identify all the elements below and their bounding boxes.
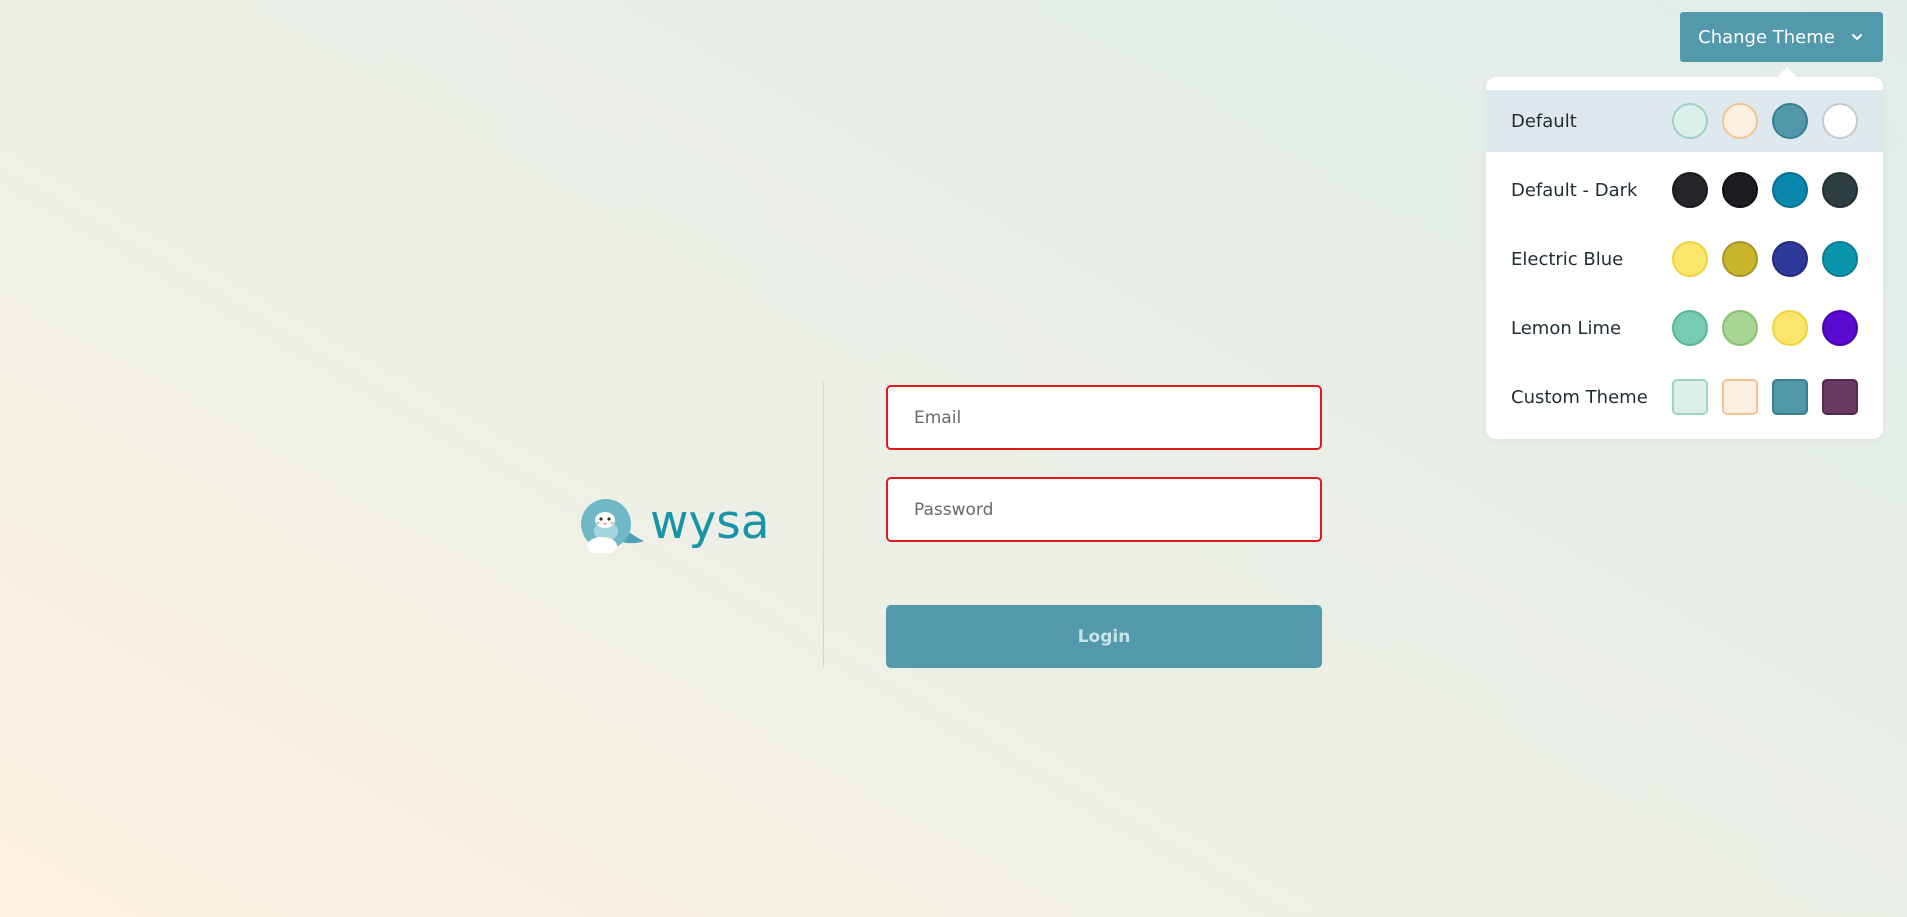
theme-option[interactable]: Lemon Lime bbox=[1486, 297, 1883, 359]
theme-dropdown: Default Default - Dark Electric Blue Lemon … bbox=[1486, 67, 1883, 439]
color-swatch bbox=[1772, 241, 1808, 277]
color-swatch bbox=[1722, 379, 1758, 415]
theme-option[interactable]: Default bbox=[1486, 90, 1883, 152]
password-input[interactable] bbox=[886, 477, 1322, 542]
vertical-divider bbox=[823, 382, 824, 668]
theme-option-label: Default - Dark bbox=[1511, 179, 1638, 201]
theme-option[interactable]: Electric Blue bbox=[1486, 228, 1883, 290]
color-swatch bbox=[1822, 241, 1858, 277]
chevron-down-icon bbox=[1849, 29, 1865, 45]
theme-option[interactable]: Custom Theme bbox=[1486, 366, 1883, 428]
theme-option-label: Electric Blue bbox=[1511, 248, 1624, 270]
theme-option-label: Custom Theme bbox=[1511, 386, 1648, 408]
color-swatch bbox=[1672, 241, 1708, 277]
color-swatch bbox=[1822, 379, 1858, 415]
theme-option-label: Default bbox=[1511, 110, 1577, 132]
login-button-label: Login bbox=[1077, 626, 1131, 647]
theme-swatches bbox=[1672, 310, 1858, 346]
color-swatch bbox=[1722, 103, 1758, 139]
color-swatch bbox=[1672, 172, 1708, 208]
theme-swatches bbox=[1672, 241, 1858, 277]
color-swatch bbox=[1672, 103, 1708, 139]
color-swatch bbox=[1772, 103, 1808, 139]
color-swatch bbox=[1822, 310, 1858, 346]
color-swatch bbox=[1722, 241, 1758, 277]
theme-swatches bbox=[1672, 172, 1858, 208]
theme-swatches bbox=[1672, 379, 1858, 415]
color-swatch bbox=[1672, 379, 1708, 415]
login-button[interactable]: Login bbox=[886, 605, 1322, 668]
penguin-mascot-icon bbox=[572, 493, 646, 557]
color-swatch bbox=[1772, 172, 1808, 208]
color-swatch bbox=[1822, 103, 1858, 139]
color-swatch bbox=[1672, 310, 1708, 346]
color-swatch bbox=[1722, 172, 1758, 208]
color-swatch bbox=[1772, 310, 1808, 346]
change-theme-label: Change Theme bbox=[1698, 26, 1835, 48]
change-theme-button[interactable]: Change Theme bbox=[1680, 12, 1883, 62]
email-input[interactable] bbox=[886, 385, 1322, 450]
theme-option-label: Lemon Lime bbox=[1511, 317, 1622, 339]
color-swatch bbox=[1772, 379, 1808, 415]
wysa-logo: wysa bbox=[572, 493, 770, 557]
theme-swatches bbox=[1672, 103, 1858, 139]
wysa-wordmark: wysa bbox=[650, 494, 770, 550]
color-swatch bbox=[1722, 310, 1758, 346]
color-swatch bbox=[1822, 172, 1858, 208]
theme-option[interactable]: Default - Dark bbox=[1486, 159, 1883, 221]
